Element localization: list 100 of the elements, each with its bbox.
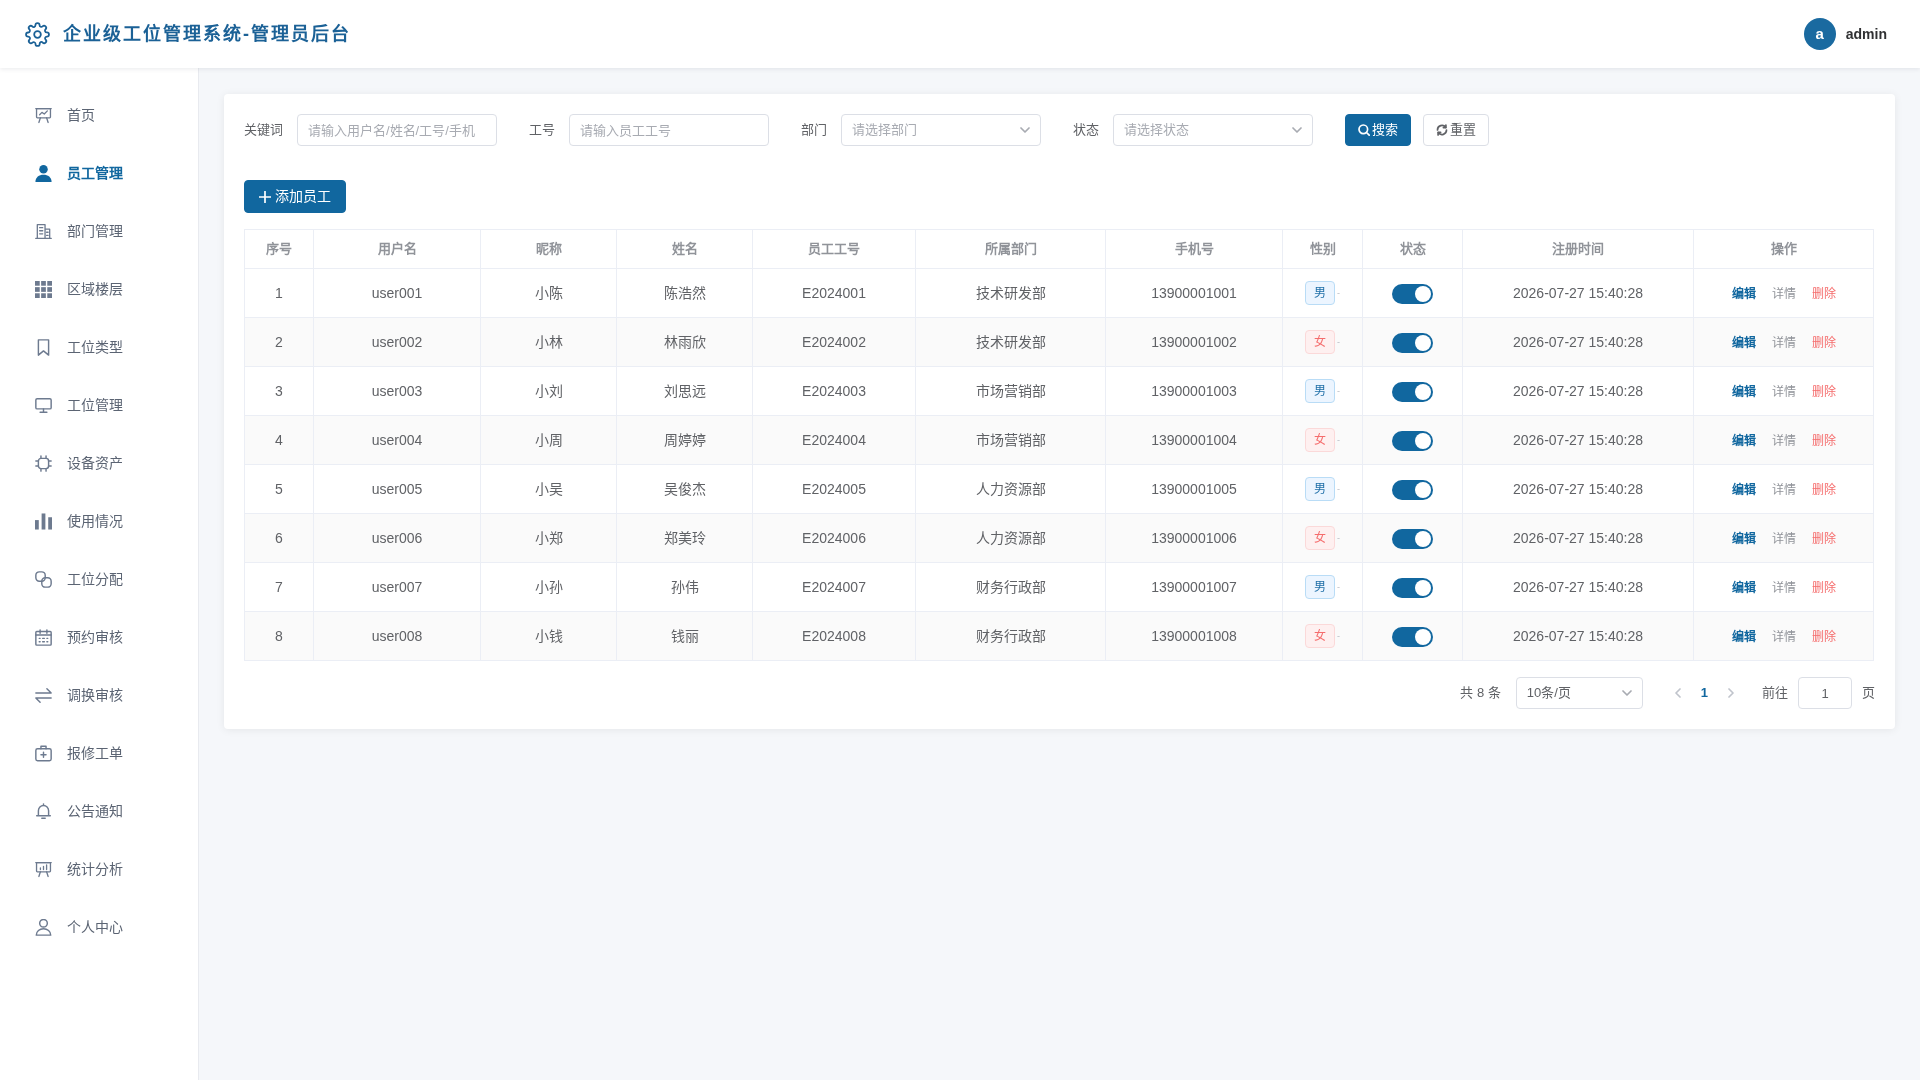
sidebar-item[interactable]: 区域楼层 <box>0 260 198 318</box>
table-cell: user007 <box>313 562 481 612</box>
edit-link[interactable]: 编辑 <box>1731 433 1756 448</box>
edit-link[interactable]: 编辑 <box>1731 384 1756 399</box>
column-header: 昵称 <box>480 229 617 269</box>
reset-button[interactable]: 重置 <box>1423 114 1489 146</box>
input-field[interactable]: 请输入员工工号 <box>569 114 769 146</box>
edit-link[interactable]: 编辑 <box>1731 629 1756 644</box>
edit-link[interactable]: 编辑 <box>1731 580 1756 595</box>
table-cell: 13900001004 <box>1105 415 1283 465</box>
grid-icon <box>35 280 52 298</box>
delete-link[interactable]: 删除 <box>1811 384 1836 399</box>
sidebar-item[interactable]: 部门管理 <box>0 202 198 260</box>
gender-tag: 女 <box>1305 526 1335 550</box>
user-name[interactable]: admin <box>1845 23 1887 45</box>
detail-link[interactable]: 详情 <box>1771 286 1796 301</box>
sidebar-item[interactable]: 员工管理 <box>0 144 198 202</box>
page-input[interactable]: 1 <box>1798 677 1852 709</box>
edit-link[interactable]: 编辑 <box>1731 286 1756 301</box>
detail-link[interactable]: 详情 <box>1771 580 1796 595</box>
chart-board-icon <box>35 860 52 878</box>
table-cell: 13900001001 <box>1105 268 1283 318</box>
edit-link[interactable]: 编辑 <box>1731 335 1756 350</box>
edit-link[interactable]: 编辑 <box>1731 482 1756 497</box>
monitor-icon <box>35 396 52 414</box>
chevron-right-icon <box>1728 688 1734 698</box>
table-cell: 3 <box>244 366 314 416</box>
edit-link[interactable]: 编辑 <box>1731 531 1756 546</box>
detail-link[interactable]: 详情 <box>1771 629 1796 644</box>
dash-text: - <box>1337 434 1340 445</box>
table-cell: 财务行政部 <box>915 611 1106 661</box>
table-cell: E2024007 <box>752 562 916 612</box>
sidebar-item[interactable]: 工位分配 <box>0 550 198 608</box>
swap-icon <box>35 686 52 704</box>
sidebar-item[interactable]: 报修工单 <box>0 724 198 782</box>
dash-text: - <box>1337 630 1340 641</box>
delete-link[interactable]: 删除 <box>1811 580 1836 595</box>
detail-link[interactable]: 详情 <box>1771 433 1796 448</box>
add-employee-button[interactable]: 添加员工 <box>244 180 346 213</box>
table-cell: 13900001003 <box>1105 366 1283 416</box>
sidebar-item[interactable]: 统计分析 <box>0 840 198 898</box>
toggle-switch[interactable] <box>1392 479 1433 500</box>
gender-tag: 女 <box>1305 428 1335 452</box>
filter-label: 工号 <box>529 121 555 140</box>
table-cell: 小林 <box>480 317 617 367</box>
sidebar-item[interactable]: 预约审核 <box>0 608 198 666</box>
sidebar-item[interactable]: 设备资产 <box>0 434 198 492</box>
chevron-down-icon <box>1020 127 1030 133</box>
search-icon <box>1358 124 1370 136</box>
table-cell: 林雨欣 <box>616 317 753 367</box>
column-header: 序号 <box>244 229 314 269</box>
filter-label: 关键词 <box>244 121 283 140</box>
input-field[interactable]: 请输入用户名/姓名/工号/手机 <box>297 114 497 146</box>
toggle-switch[interactable] <box>1392 626 1433 647</box>
table-cell: 5 <box>244 464 314 514</box>
detail-link[interactable]: 详情 <box>1771 482 1796 497</box>
gender-tag: 男 <box>1305 281 1335 305</box>
delete-link[interactable]: 删除 <box>1811 286 1836 301</box>
table-cell: user004 <box>313 415 481 465</box>
table-cell: user003 <box>313 366 481 416</box>
toggle-switch[interactable] <box>1392 283 1433 304</box>
table-cell: user006 <box>313 513 481 563</box>
sidebar-item[interactable]: 调换审核 <box>0 666 198 724</box>
sidebar-item[interactable]: 公告通知 <box>0 782 198 840</box>
dash-text: - <box>1337 385 1340 396</box>
table-cell: 13900001008 <box>1105 611 1283 661</box>
page-button[interactable]: 1 <box>1694 683 1714 703</box>
table-cell: 小钱 <box>480 611 617 661</box>
table-cell: E2024008 <box>752 611 916 661</box>
toggle-switch[interactable] <box>1392 577 1433 598</box>
table-cell: 2026-07-27 15:40:28 <box>1462 562 1694 612</box>
sidebar-item[interactable]: 使用情况 <box>0 492 198 550</box>
page-suffix: 页 <box>1862 684 1875 703</box>
delete-link[interactable]: 删除 <box>1811 482 1836 497</box>
table-cell: 13900001002 <box>1105 317 1283 367</box>
table-cell: user002 <box>313 317 481 367</box>
page-size-select[interactable]: 10条/页 <box>1515 677 1643 709</box>
detail-link[interactable]: 详情 <box>1771 531 1796 546</box>
table-cell: 13900001007 <box>1105 562 1283 612</box>
table-cell: 钱丽 <box>616 611 753 661</box>
table-cell: 13900001006 <box>1105 513 1283 563</box>
toggle-switch[interactable] <box>1392 528 1433 549</box>
table-cell: 孙伟 <box>616 562 753 612</box>
user-avatar[interactable]: a <box>1803 18 1836 50</box>
sidebar-item[interactable]: 首页 <box>0 86 198 144</box>
table-cell: 1 <box>244 268 314 318</box>
app-title: 企业级工位管理系统-管理员后台 <box>63 22 351 46</box>
toggle-switch[interactable] <box>1392 332 1433 353</box>
table-cell: 2026-07-27 15:40:28 <box>1462 268 1694 318</box>
sidebar-item[interactable]: 工位类型 <box>0 318 198 376</box>
search-button[interactable]: 搜索 <box>1345 114 1411 146</box>
sidebar-item[interactable]: 个人中心 <box>0 898 198 956</box>
toggle-switch[interactable] <box>1392 381 1433 402</box>
toggle-switch[interactable] <box>1392 430 1433 451</box>
column-header: 姓名 <box>616 229 753 269</box>
detail-link[interactable]: 详情 <box>1771 384 1796 399</box>
sidebar-item[interactable]: 工位管理 <box>0 376 198 434</box>
refresh-icon <box>1436 124 1448 136</box>
detail-link[interactable]: 详情 <box>1771 335 1796 350</box>
linked-squares-icon <box>35 570 52 588</box>
